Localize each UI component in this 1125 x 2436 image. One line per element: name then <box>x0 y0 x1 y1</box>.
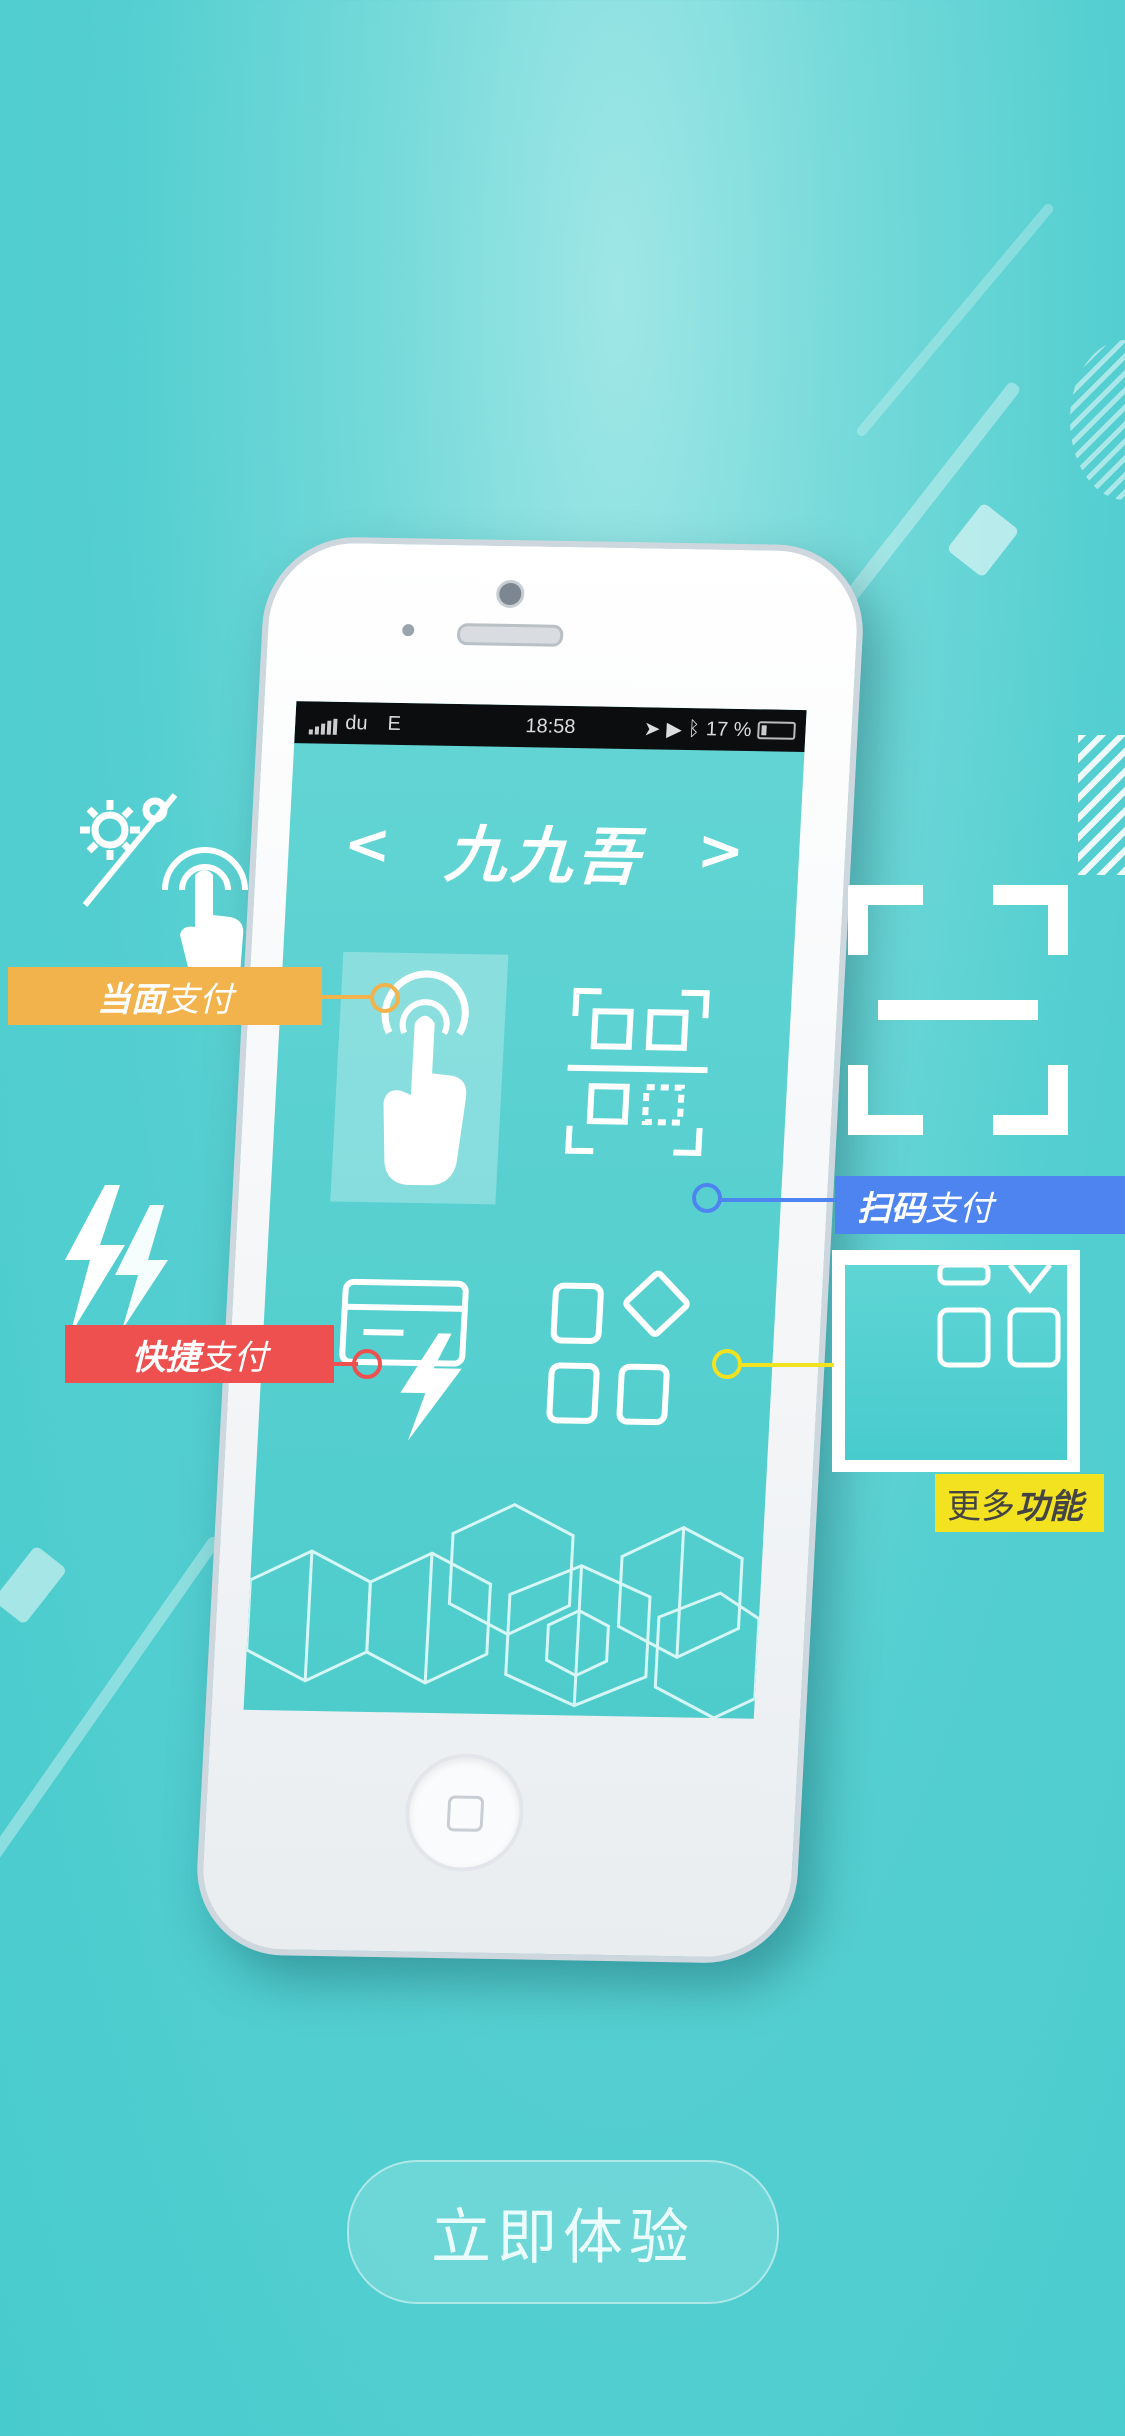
more-connector <box>738 1363 834 1367</box>
chevron-right-icon[interactable]: > <box>696 818 746 884</box>
face-pay-tag[interactable]: 当面 支付 <box>8 967 322 1025</box>
circle-decoration <box>1070 340 1125 500</box>
scan-pay-connector <box>720 1198 835 1202</box>
scan-pay-ring <box>692 1183 722 1213</box>
play-icon: ▶ <box>665 718 683 741</box>
scan-frame-icon <box>848 885 1068 1135</box>
face-pay-ring <box>370 983 400 1013</box>
scan-pay-tag[interactable]: 扫码 支付 <box>835 1176 1125 1234</box>
more-apps-icon <box>937 1265 1061 1368</box>
more-strong: 功能 <box>1015 1486 1083 1527</box>
lightning-icon <box>65 1185 168 1335</box>
phone-screen: du E 18:58 ➤ ▶ ᛒ 17 % < 九九吾 > <box>243 701 807 1719</box>
stripe-decoration <box>1078 735 1125 875</box>
qr-scan-icon[interactable] <box>563 986 712 1158</box>
try-now-button[interactable]: 立即体验 <box>347 2160 779 2304</box>
status-bar: du E 18:58 ➤ ▶ ᛒ 17 % <box>294 701 807 753</box>
quick-pay-tag[interactable]: 快捷 支付 <box>65 1325 334 1383</box>
location-icon: ➤ <box>643 717 662 741</box>
face-pay-normal: 支付 <box>165 979 233 1020</box>
phone-mockup: du E 18:58 ➤ ▶ ᛒ 17 % < 九九吾 > <box>192 535 868 1965</box>
hand-tap-icon <box>162 847 248 975</box>
battery-icon <box>757 721 797 740</box>
earpiece <box>456 623 564 647</box>
geometric-decoration <box>245 1502 761 1719</box>
more-normal: 更多 <box>947 1486 1015 1527</box>
face-pay-strong: 当面 <box>97 979 165 1020</box>
light-streak <box>854 201 1056 439</box>
quick-pay-connector <box>290 1362 358 1366</box>
face-pay-connector <box>278 995 373 999</box>
more-apps-icon[interactable] <box>538 1265 697 1437</box>
bluetooth-icon: ᛒ <box>687 717 701 740</box>
more-ring <box>712 1349 742 1379</box>
quick-pay-ring <box>352 1349 382 1379</box>
light-streak <box>946 502 1020 578</box>
battery-percent: 17 % <box>705 717 753 741</box>
scan-pay-strong: 扫码 <box>857 1188 925 1229</box>
more-tag[interactable]: 更多 功能 <box>935 1474 1104 1532</box>
quick-pay-strong: 快捷 <box>131 1337 200 1378</box>
scan-pay-normal: 支付 <box>925 1188 993 1229</box>
quick-pay-normal: 支付 <box>199 1337 268 1378</box>
light-streak <box>0 1545 68 1625</box>
